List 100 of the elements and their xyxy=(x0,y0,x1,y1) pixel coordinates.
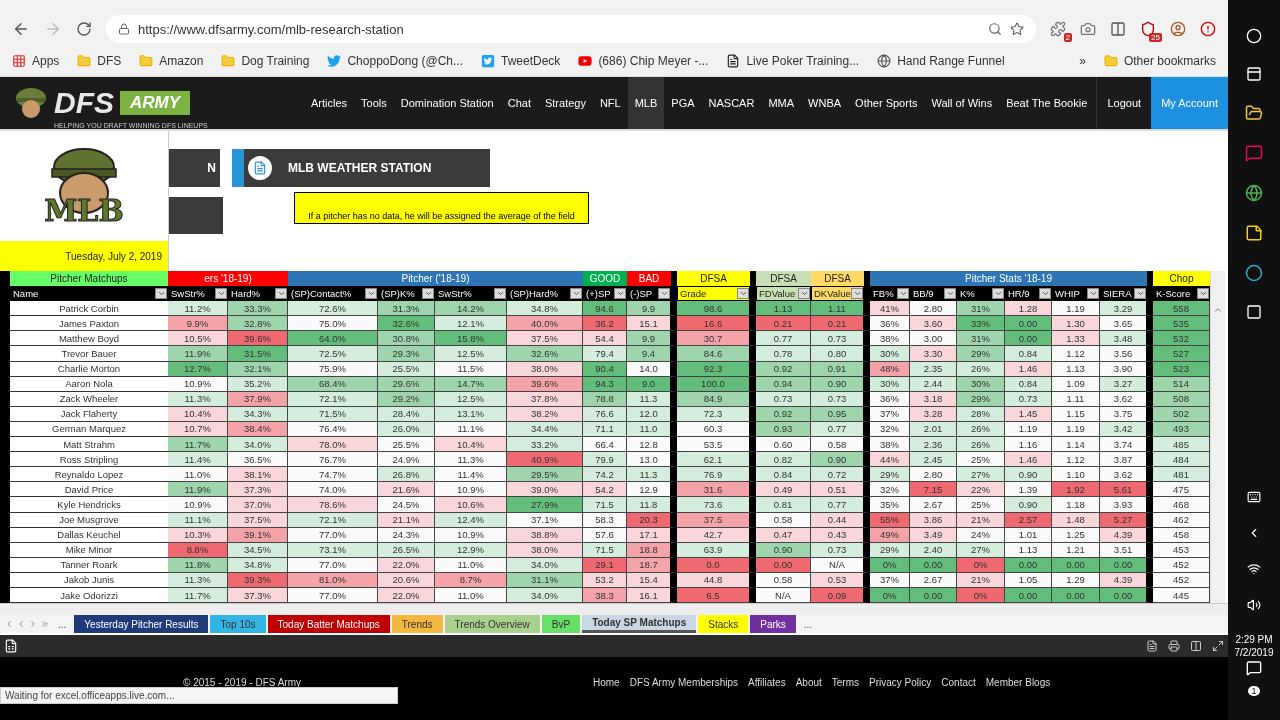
nav-link[interactable]: Wall of Wins xyxy=(924,77,1000,129)
bookmark[interactable]: ChoppoDong (@Ch... xyxy=(327,54,463,68)
volume-icon[interactable] xyxy=(1247,598,1261,612)
address-bar[interactable]: https://www.dfsarmy.com/mlb-research-station xyxy=(106,15,1036,43)
station-button[interactable]: N xyxy=(169,149,220,187)
keyboard-icon[interactable] xyxy=(1247,490,1261,504)
sheet-tab[interactable]: Today SP Matchups xyxy=(582,615,697,634)
filter-button[interactable] xyxy=(1134,288,1146,300)
wifi-icon[interactable] xyxy=(1247,562,1261,576)
filter-button[interactable] xyxy=(422,288,434,300)
filter-button[interactable] xyxy=(614,288,626,300)
footer-link[interactable]: DFS Army Memberships xyxy=(629,677,739,689)
notifications-icon[interactable] xyxy=(1246,660,1262,676)
more-sheets[interactable]: ... xyxy=(52,618,73,630)
alert-icon[interactable] xyxy=(1200,21,1216,37)
browser-icon[interactable] xyxy=(1245,184,1263,202)
more-bookmarks[interactable]: » xyxy=(1079,54,1086,68)
back-icon[interactable] xyxy=(12,20,30,38)
bookmark[interactable]: Other bookmarks xyxy=(1103,54,1216,68)
document-icon[interactable] xyxy=(1146,640,1158,653)
spreadsheet-icon[interactable] xyxy=(4,639,18,654)
filter-button[interactable] xyxy=(155,288,167,300)
bookmark[interactable]: Live Poker Training... xyxy=(726,54,860,68)
sheet-tab[interactable]: Trends Overview xyxy=(444,615,540,634)
app-icon[interactable] xyxy=(1245,264,1263,282)
filter-button[interactable] xyxy=(944,288,956,300)
square-icon[interactable] xyxy=(1246,304,1262,320)
sheet-tab[interactable]: Stacks xyxy=(698,615,749,634)
filter-button[interactable] xyxy=(365,288,377,300)
reload-icon[interactable] xyxy=(76,21,92,37)
column-label: K-Score xyxy=(1156,288,1191,300)
nav-link[interactable]: Domination Station xyxy=(393,77,501,129)
footer-link[interactable]: Member Blogs xyxy=(985,677,1051,689)
nav-link[interactable]: MLB xyxy=(627,77,665,129)
filter-button[interactable] xyxy=(1087,288,1099,300)
more-sheets[interactable]: ... xyxy=(797,618,819,630)
clock-time[interactable]: 2:29 PM xyxy=(1235,634,1273,645)
sheet-tab[interactable]: BvP xyxy=(541,615,581,634)
search-icon[interactable] xyxy=(988,22,1002,36)
filter-button[interactable] xyxy=(1197,288,1209,300)
nav-link[interactable]: Articles xyxy=(304,77,355,129)
filter-button[interactable] xyxy=(275,288,287,300)
filter-button[interactable] xyxy=(215,288,227,300)
column-label: (SP)K% xyxy=(381,288,415,300)
filter-button[interactable] xyxy=(658,288,670,300)
bookmark[interactable]: TweetDeck xyxy=(481,54,561,68)
note-icon[interactable] xyxy=(1245,224,1263,242)
nav-link[interactable]: Tools xyxy=(354,77,394,129)
footer-link[interactable]: Affiliates xyxy=(748,677,786,689)
weather-station-button[interactable]: MLB WEATHER STATION xyxy=(232,149,490,187)
puzzle-icon[interactable] xyxy=(1050,21,1066,37)
columns-icon[interactable] xyxy=(1190,640,1202,653)
nav-link[interactable]: Other Sports xyxy=(848,77,925,129)
nav-link[interactable]: MMA xyxy=(761,77,802,129)
nav-link[interactable]: Strategy xyxy=(537,77,593,129)
horizontal-scrollbar[interactable] xyxy=(0,603,1228,616)
nav-link[interactable]: Chat xyxy=(500,77,538,129)
filter-button[interactable] xyxy=(494,288,506,300)
filter-button[interactable] xyxy=(992,288,1004,300)
table-cell: 527 xyxy=(1153,346,1210,362)
printer-icon[interactable] xyxy=(1168,640,1180,653)
folder-icon[interactable] xyxy=(1245,104,1263,122)
sheet-tab[interactable]: Yesterday Pitcher Results xyxy=(74,615,209,634)
table-cell: 98.6 xyxy=(677,301,756,317)
table-cell: 3.74 xyxy=(1100,437,1153,453)
chat-icon[interactable] xyxy=(1245,144,1263,162)
circle-icon[interactable] xyxy=(1246,28,1262,44)
task-view-icon[interactable] xyxy=(1246,66,1262,82)
footer-link[interactable]: About xyxy=(795,677,822,689)
expand-icon[interactable] xyxy=(1212,640,1224,653)
nav-link[interactable]: PGA xyxy=(664,77,702,129)
footer-link[interactable]: Contact xyxy=(941,677,976,689)
bookmark[interactable]: Hand Range Funnel xyxy=(877,54,1005,68)
notification-count: 1 xyxy=(1248,686,1260,696)
nav-link[interactable]: Beat The Bookie xyxy=(999,77,1095,129)
star-icon[interactable] xyxy=(1010,22,1024,36)
table-cell: 3.60 xyxy=(910,316,957,332)
bookmark[interactable]: Apps xyxy=(12,54,60,68)
footer-link[interactable]: Home xyxy=(593,677,620,689)
clock-date[interactable]: 7/2/2019 xyxy=(1234,647,1274,658)
shield-icon[interactable] xyxy=(1140,21,1156,37)
nav-link[interactable]: NFL xyxy=(592,77,628,129)
footer-link[interactable]: Privacy Policy xyxy=(869,677,932,689)
nav-link[interactable]: WNBA xyxy=(801,77,849,129)
nav-link[interactable]: NASCAR xyxy=(701,77,762,129)
filter-button[interactable] xyxy=(897,288,909,300)
bookmark[interactable]: DFS xyxy=(77,54,122,68)
bookmark[interactable]: Dog Training xyxy=(221,54,310,68)
bookmark[interactable]: (686) Chip Meyer -... xyxy=(578,54,709,68)
camera-icon[interactable] xyxy=(1080,21,1096,37)
filter-button[interactable] xyxy=(1039,288,1051,300)
sheet-tab[interactable]: Trends xyxy=(391,615,443,634)
filter-button[interactable] xyxy=(570,288,582,300)
footer-link[interactable]: Terms xyxy=(831,677,860,689)
bookmark[interactable]: Amazon xyxy=(139,54,204,68)
avatar-icon[interactable] xyxy=(1170,21,1186,37)
sheet-tab[interactable]: Today Batter Matchups xyxy=(267,615,390,634)
sheet-tab[interactable]: Parks xyxy=(750,615,796,634)
grid-icon[interactable] xyxy=(1110,21,1126,37)
sheet-tab[interactable]: Top 10s xyxy=(210,615,266,634)
